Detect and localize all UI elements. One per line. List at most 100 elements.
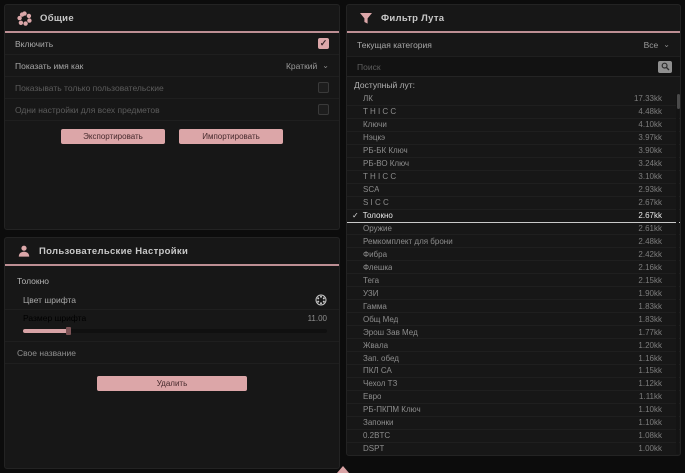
item-name: 0.2BTC [363,431,390,440]
list-item[interactable]: Гамма1.83kk [347,300,680,313]
delete-button[interactable]: Удалить [97,376,247,391]
item-name: Ключи [363,120,387,129]
setting-only-custom-row: Показывать только пользовательские [5,77,339,99]
item-value: 1.12kk [638,379,662,388]
list-item[interactable]: РБ-ПКПМ Ключ1.10kk [347,404,680,417]
list-item[interactable]: SCA2.93kk [347,184,680,197]
item-name: T H I C C [363,107,396,116]
item-name: РБ-ВО Ключ [363,159,409,168]
slider-thumb[interactable] [66,327,71,335]
only-custom-label: Показывать только пользовательские [15,83,164,93]
list-item[interactable]: DSPT1.00kk [347,443,680,456]
chevron-down-icon: ⌄ [322,61,329,70]
show-name-select[interactable]: Краткий ⌄ [286,61,329,71]
list-item[interactable]: Жвала1.20kk [347,339,680,352]
item-name: Флешка [363,263,392,272]
list-item[interactable]: Зап. обед1.16kk [347,352,680,365]
left-column: Общие Включить ✓ Показать имя как Кратки… [4,4,340,469]
only-custom-checkbox[interactable] [318,82,329,93]
item-value: 1.83kk [638,302,662,311]
item-name: УЗИ [363,289,379,298]
list-item[interactable]: Эрош Зав Мед 1.77kk [347,326,680,339]
color-wheel-icon[interactable] [315,294,327,306]
list-item[interactable]: 0.2BTC 1.08kk [347,430,680,443]
list-item[interactable]: РБ-ВО Ключ3.24kk [347,158,680,171]
scroll-down-indicator[interactable] [337,466,349,473]
item-value: 2.67kk [638,211,662,220]
list-item[interactable]: Фибра 2.42kk [347,248,680,261]
item-name: Запонки [363,418,393,427]
slider-fill [23,329,69,333]
list-item[interactable]: Евро1.11kk [347,391,680,404]
item-value: 2.61kk [638,224,662,233]
same-for-all-checkbox[interactable] [318,104,329,115]
item-value: 1.10kk [638,405,662,414]
item-value: 2.48kk [638,237,662,246]
font-size-slider[interactable] [23,327,327,335]
list-item[interactable]: Общ Мед1.83kk [347,313,680,326]
show-name-label: Показать имя как [15,61,83,71]
list-item[interactable]: Запонки 1.10kk [347,417,680,430]
list-item[interactable]: Тега2.15kk [347,274,680,287]
item-name: Чехол ТЗ [363,379,397,388]
item-value: 1.77kk [638,328,662,337]
list-item[interactable]: Чехол ТЗ 1.12kk [347,378,680,391]
item-name: Тега [363,276,379,285]
check-icon: ✓ [352,211,359,220]
item-value: 17.33kk [634,94,662,103]
export-import-row: Экспортировать Импортировать [5,129,339,144]
list-item[interactable]: ПКЛ СА1.15kk [347,365,680,378]
font-size-block: Размер шрифта 11.00 [5,310,339,342]
list-item[interactable]: Ремкомплект для брони2.48kk [347,235,680,248]
enable-checkbox[interactable]: ✓ [318,38,329,49]
list-item[interactable]: УЗИ 1.90kk [347,287,680,300]
import-button[interactable]: Импортировать [179,129,283,144]
chevron-down-icon: ⌄ [663,40,670,49]
list-scrollbar-thumb[interactable] [677,94,680,109]
item-name: ЛК [363,94,373,103]
font-color-label: Цвет шрифта [23,295,76,305]
list-item[interactable]: РБ-БК Ключ3.90kk [347,145,680,158]
list-scrollbar-track[interactable] [676,94,679,454]
list-item[interactable]: T H I C C3.10kk [347,171,680,184]
search-input[interactable] [357,62,658,72]
item-name: Общ Мед [363,315,398,324]
enable-label: Включить [15,39,53,49]
available-loot-label: Доступный лут: [347,77,680,93]
list-item[interactable]: Нэцкэ3.97kk [347,132,680,145]
export-button[interactable]: Экспортировать [61,129,165,144]
item-value: 2.67kk [638,198,662,207]
item-value: 3.97kk [638,133,662,142]
gear-flower-icon [17,11,32,26]
list-item[interactable]: ✓Толокно2.67kk [347,210,680,223]
category-select[interactable]: Все ⌄ [644,40,670,50]
item-value: 1.90kk [638,289,662,298]
item-value: 2.42kk [638,250,662,259]
panel-loot-filter-header: Фильтр Лута [347,5,680,31]
custom-name-input[interactable] [17,348,327,358]
item-value: 3.10kk [638,172,662,181]
item-name: Фибра [363,250,387,259]
list-item[interactable]: Оружие2.61kk [347,223,680,236]
list-item[interactable]: T H I C C4.48kk [347,106,680,119]
selected-item-name: Толокно [5,272,339,290]
funnel-icon [359,12,373,25]
setting-show-name-row: Показать имя как Краткий ⌄ [5,55,339,77]
item-value: 1.10kk [638,418,662,427]
panel-user-settings-header: Пользовательские Настройки [5,238,339,264]
list-item[interactable]: ЛК 17.33kk [347,93,680,106]
list-item[interactable]: Ключи4.10kk [347,119,680,132]
font-color-row: Цвет шрифта [5,290,339,310]
same-for-all-label: Одни настройки для всех предметов [15,105,160,115]
mod-settings-window: Общие Включить ✓ Показать имя как Кратки… [0,0,685,473]
setting-same-for-all-row: Одни настройки для всех предметов [5,99,339,121]
list-item[interactable]: S I C C2.67kk [347,197,680,210]
item-value: 1.08kk [638,431,662,440]
list-item[interactable]: Флешка2.16kk [347,261,680,274]
category-value: Все [644,40,659,50]
item-value: 1.00kk [638,444,662,453]
search-icon[interactable] [658,61,672,73]
show-name-value: Краткий [286,61,317,71]
item-name: Эрош Зав Мед [363,328,418,337]
custom-name-row [5,342,339,364]
